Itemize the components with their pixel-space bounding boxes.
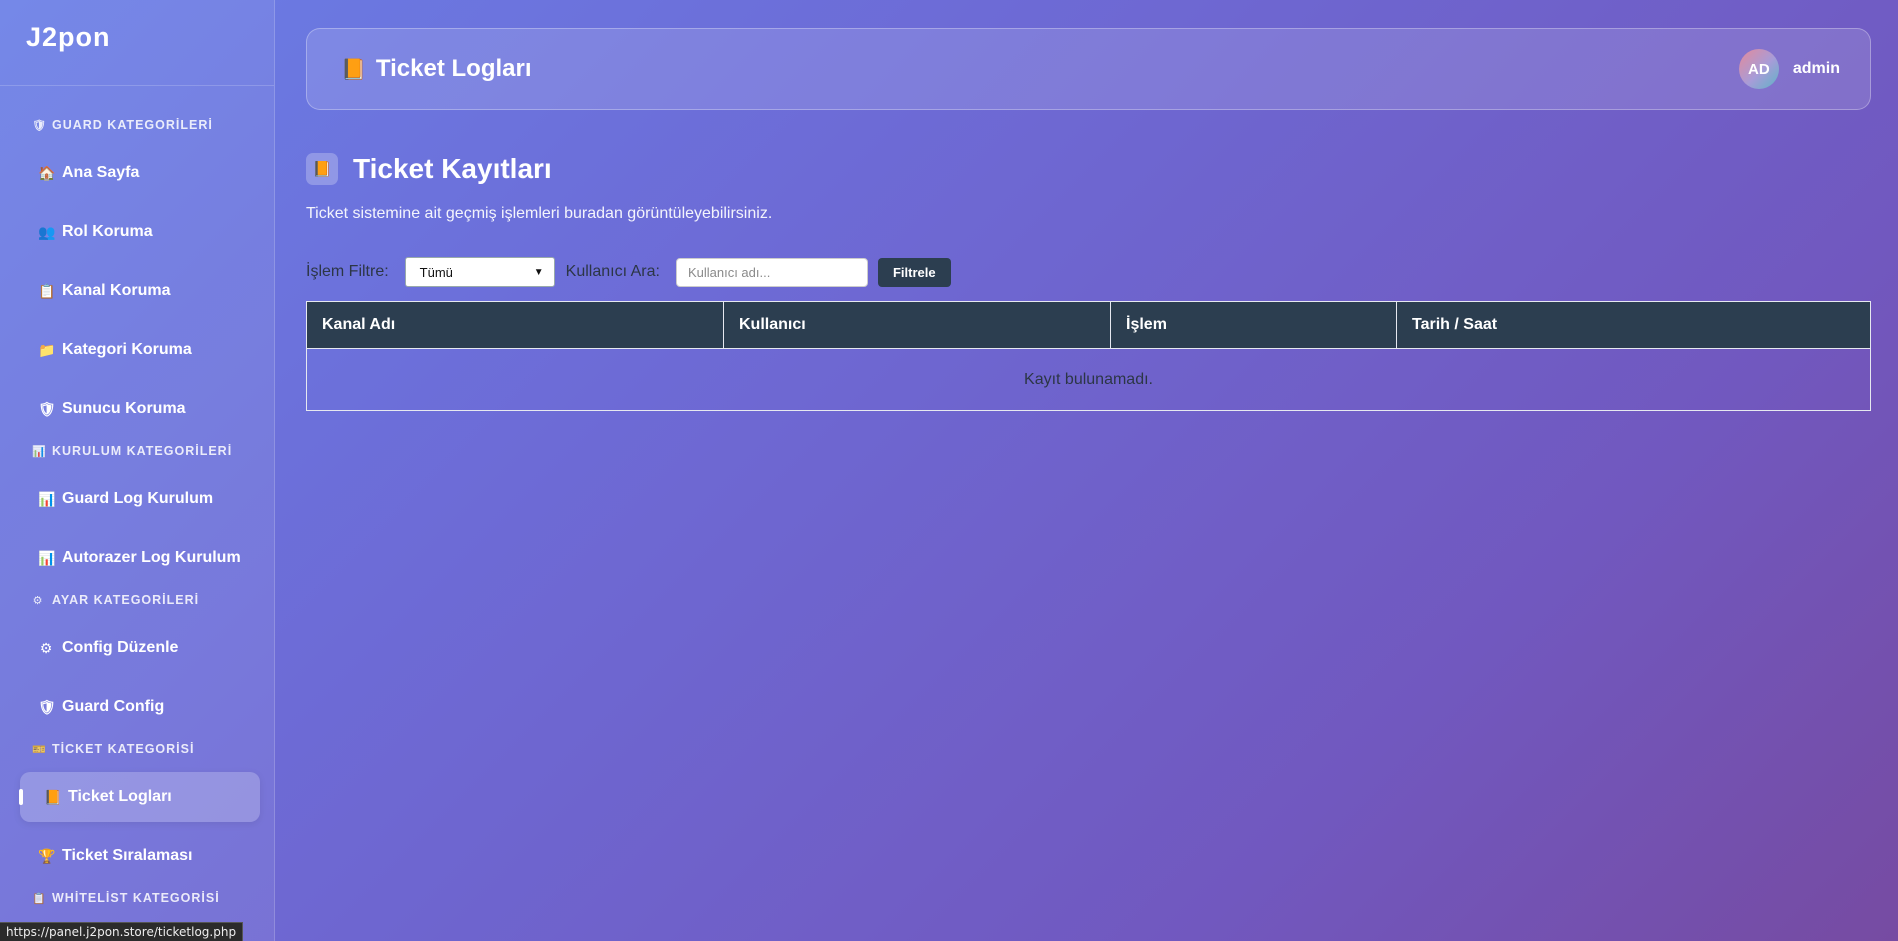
- section-ayar: ⚙ AYAR KATEGORİLERİ: [32, 591, 199, 609]
- header-title: 📙 Ticket Logları: [341, 55, 532, 83]
- sidebar-item-sunucu-koruma[interactable]: 🛡 Sunucu Koruma: [20, 384, 260, 434]
- shield-icon: 🛡: [32, 119, 47, 132]
- column-header-datetime[interactable]: Tarih / Saat: [1396, 301, 1871, 349]
- sidebar-item-label: Ana Sayfa: [62, 164, 140, 181]
- brand-logo[interactable]: J2pon: [0, 0, 274, 86]
- sidebar-item-ana-sayfa[interactable]: 🏠 Ana Sayfa: [20, 148, 260, 198]
- sidebar-item-label: Rol Koruma: [62, 223, 153, 240]
- section-label: GUARD KATEGORİLERİ: [52, 118, 213, 132]
- table-header-row: Kanal Adı Kullanıcı İşlem Tarih / Saat: [306, 301, 1871, 349]
- top-bar: 📙 Ticket Logları AD admin: [306, 28, 1871, 110]
- section-guard: 🛡 GUARD KATEGORİLERİ: [32, 116, 213, 134]
- sidebar-item-guard-config[interactable]: 🛡 Guard Config: [20, 682, 260, 732]
- sidebar: J2pon 🛡 GUARD KATEGORİLERİ 🏠 Ana Sayfa 👥…: [0, 0, 275, 941]
- shield-icon: 🛡: [38, 698, 56, 715]
- section-whitelist: 📋 WHİTELİST KATEGORİSİ: [32, 889, 220, 907]
- sidebar-item-label: Guard Log Kurulum: [62, 490, 214, 507]
- section-label: WHİTELİST KATEGORİSİ: [52, 891, 220, 905]
- sidebar-item-ticket-loglari[interactable]: 📙 Ticket Logları: [19, 772, 260, 822]
- sidebar-item-label: Ticket Sıralaması: [62, 847, 193, 864]
- user-search-label: Kullanıcı Ara:: [565, 263, 660, 280]
- users-icon: 👥: [38, 223, 56, 240]
- folder-icon: 📁: [38, 341, 56, 358]
- filter-button[interactable]: Filtrele: [877, 257, 951, 287]
- action-filter-select[interactable]: Tümü ▼: [404, 257, 555, 287]
- gear-icon: ⚙: [32, 594, 44, 607]
- action-filter-value: Tümü: [419, 264, 453, 280]
- link-status-bar: https://panel.j2pon.store/ticketlog.php: [0, 922, 244, 941]
- ledger-icon: 📙: [341, 58, 366, 81]
- sidebar-item-label: Autorazer Log Kurulum: [62, 549, 241, 566]
- sidebar-item-label: Guard Config: [62, 698, 165, 715]
- page-subtitle: Ticket sistemine ait geçmiş işlemleri bu…: [306, 205, 773, 222]
- avatar[interactable]: AD: [1738, 49, 1779, 89]
- chart-icon: 📊: [38, 490, 56, 507]
- username[interactable]: admin: [1793, 60, 1840, 78]
- page-heading: 📙 Ticket Kayıtları: [306, 153, 552, 185]
- header-title-text: Ticket Logları: [375, 55, 532, 82]
- chart-icon: 📊: [38, 549, 56, 566]
- table-row: Kayıt bulunamadı.: [306, 348, 1871, 411]
- section-label: TİCKET KATEGORİSİ: [52, 742, 195, 756]
- section-kurulum: 📊 KURULUM KATEGORİLERİ: [32, 442, 232, 460]
- page-title: Ticket Kayıtları: [353, 153, 552, 184]
- shield-icon: 🛡: [38, 400, 56, 417]
- sidebar-item-label: Ticket Logları: [68, 788, 172, 805]
- filter-bar: İşlem Filtre: Tümü ▼ Kullanıcı Ara: Filt…: [306, 257, 951, 287]
- chevron-down-icon: ▼: [533, 266, 544, 278]
- sidebar-item-rol-koruma[interactable]: 👥 Rol Koruma: [20, 207, 260, 257]
- ledger-icon: 📙: [306, 153, 338, 185]
- empty-state-message: Kayıt bulunamadı.: [306, 348, 1871, 411]
- sidebar-item-label: Config Düzenle: [62, 639, 179, 656]
- ledger-icon: 📙: [44, 788, 62, 805]
- column-header-action[interactable]: İşlem: [1110, 301, 1397, 349]
- column-header-user[interactable]: Kullanıcı: [723, 301, 1111, 349]
- section-label: KURULUM KATEGORİLERİ: [52, 444, 233, 458]
- ticket-log-table: Kanal Adı Kullanıcı İşlem Tarih / Saat K…: [306, 301, 1871, 411]
- clipboard-icon: 📋: [38, 282, 56, 299]
- chart-icon: 📊: [32, 445, 47, 458]
- gear-icon: ⚙: [39, 639, 53, 656]
- ticket-icon: 🎫: [32, 743, 47, 756]
- section-label: AYAR KATEGORİLERİ: [52, 593, 200, 607]
- sidebar-item-kanal-koruma[interactable]: 📋 Kanal Koruma: [20, 266, 260, 316]
- home-icon: 🏠: [38, 164, 56, 181]
- sidebar-item-label: Kanal Koruma: [62, 282, 171, 299]
- sidebar-item-label: Kategori Koruma: [62, 341, 192, 358]
- user-menu[interactable]: AD admin: [1738, 49, 1840, 89]
- sidebar-item-guard-log-kurulum[interactable]: 📊 Guard Log Kurulum: [20, 474, 260, 524]
- sidebar-item-kategori-koruma[interactable]: 📁 Kategori Koruma: [20, 325, 260, 375]
- section-ticket: 🎫 TİCKET KATEGORİSİ: [32, 740, 194, 758]
- column-header-channel[interactable]: Kanal Adı: [306, 301, 724, 349]
- sidebar-item-label: Sunucu Koruma: [62, 400, 186, 417]
- clipboard-icon: 📋: [32, 892, 47, 905]
- user-search-input[interactable]: [675, 257, 868, 287]
- sidebar-item-autorazer-log-kurulum[interactable]: 📊 Autorazer Log Kurulum: [20, 533, 260, 583]
- action-filter-label: İşlem Filtre:: [306, 263, 389, 280]
- trophy-icon: 🏆: [38, 847, 56, 864]
- sidebar-item-config-duzenle[interactable]: ⚙ Config Düzenle: [20, 623, 260, 673]
- sidebar-item-ticket-siralamasi[interactable]: 🏆 Ticket Sıralaması: [20, 831, 260, 881]
